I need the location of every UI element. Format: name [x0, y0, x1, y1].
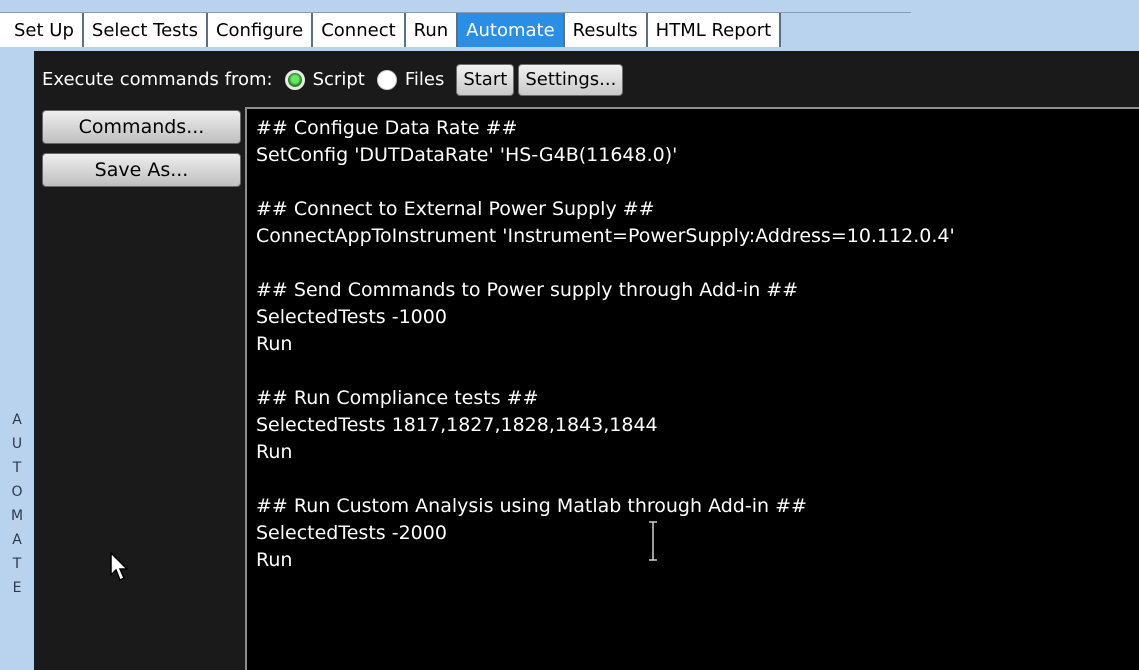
side-label-automate: AUTOMATE — [10, 412, 24, 596]
script-blank-line[interactable] — [256, 250, 955, 277]
tab-bar: Set Up Select Tests Configure Connect Ru… — [0, 12, 912, 47]
tab-select-tests[interactable]: Select Tests — [83, 13, 208, 47]
script-command-line[interactable]: Run — [256, 547, 955, 574]
script-radio[interactable] — [284, 69, 305, 90]
script-text[interactable]: ## Configue Data Rate ## SetConfig 'DUTDa… — [256, 115, 955, 574]
mouse-pointer-icon — [110, 552, 129, 582]
script-command-line[interactable]: Run — [256, 331, 955, 358]
text-cursor-icon — [649, 521, 657, 561]
script-blank-line[interactable] — [256, 169, 955, 196]
script-command-line[interactable]: SelectedTests -1000 — [256, 304, 955, 331]
script-comment-line[interactable]: ## Run Compliance tests ## — [256, 385, 955, 412]
script-command-line[interactable]: Run — [256, 439, 955, 466]
script-command-line[interactable]: SetConfig 'DUTDataRate' 'HS-G4B(11648.0)… — [256, 142, 955, 169]
tab-bar-filler — [781, 13, 912, 47]
tab-configure[interactable]: Configure — [207, 13, 314, 47]
files-radio-label[interactable]: Files — [405, 69, 445, 90]
left-panel: Commands... Save As... — [42, 110, 241, 196]
tab-connect[interactable]: Connect — [313, 13, 406, 47]
script-blank-line[interactable] — [256, 358, 955, 385]
script-blank-line[interactable] — [256, 466, 955, 493]
tab-results[interactable]: Results — [564, 13, 648, 47]
script-editor[interactable]: ## Configue Data Rate ## SetConfig 'DUTDa… — [245, 107, 1139, 670]
settings-button[interactable]: Settings... — [518, 63, 624, 96]
tab-html-report[interactable]: HTML Report — [647, 13, 782, 47]
script-comment-line[interactable]: ## Connect to External Power Supply ## — [256, 196, 955, 223]
tab-bar-background: Set Up Select Tests Configure Connect Ru… — [0, 0, 1139, 51]
files-radio[interactable] — [376, 69, 397, 90]
commands-button[interactable]: Commands... — [42, 110, 241, 144]
script-comment-line[interactable]: ## Configue Data Rate ## — [256, 115, 955, 142]
script-command-line[interactable]: ConnectAppToInstrument 'Instrument=Power… — [256, 223, 955, 250]
script-radio-label[interactable]: Script — [313, 69, 365, 90]
script-command-line[interactable]: SelectedTests -2000 — [256, 520, 955, 547]
execute-toolbar: Execute commands from: Script Files Star… — [34, 57, 1139, 102]
script-comment-line[interactable]: ## Send Commands to Power supply through… — [256, 277, 955, 304]
execute-label: Execute commands from: — [42, 69, 273, 90]
tab-set-up[interactable]: Set Up — [6, 13, 84, 47]
save-as-button[interactable]: Save As... — [42, 153, 241, 187]
tab-run[interactable]: Run — [405, 13, 459, 47]
script-command-line[interactable]: SelectedTests 1817,1827,1828,1843,1844 — [256, 412, 955, 439]
start-button[interactable]: Start — [456, 63, 515, 96]
script-comment-line[interactable]: ## Run Custom Analysis using Matlab thro… — [256, 493, 955, 520]
tab-automate[interactable]: Automate — [458, 13, 565, 47]
